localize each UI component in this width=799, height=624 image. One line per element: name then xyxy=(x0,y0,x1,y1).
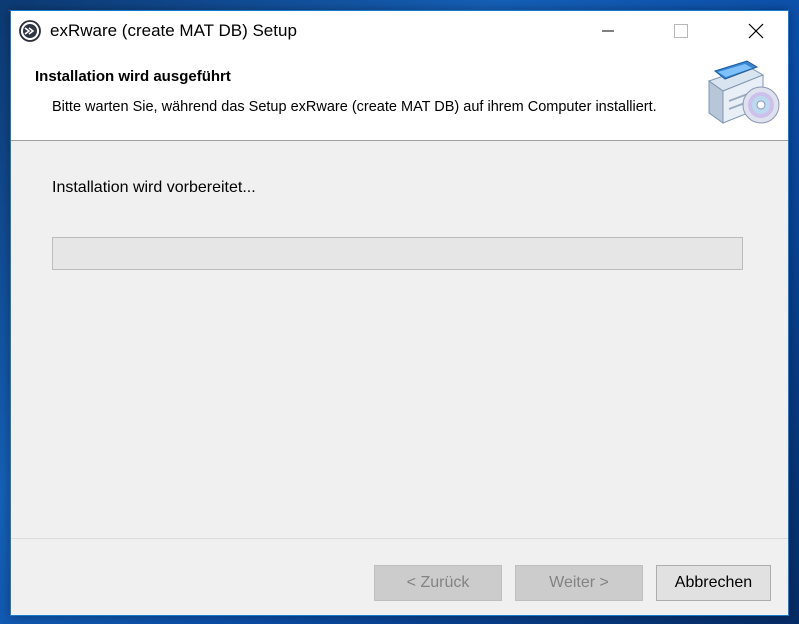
progress-bar xyxy=(52,237,743,270)
maximize-button[interactable] xyxy=(651,11,711,51)
next-button[interactable]: Weiter > xyxy=(515,565,643,601)
page-subtitle: Bitte warten Sie, während das Setup exRw… xyxy=(52,99,657,115)
close-icon xyxy=(748,23,764,39)
status-text: Installation wird vorbereitet... xyxy=(52,179,256,196)
computer-cd-install-icon xyxy=(707,60,780,124)
maximize-icon xyxy=(674,24,688,38)
window-title: exRware (create MAT DB) Setup xyxy=(50,21,297,40)
minimize-icon xyxy=(602,30,614,32)
footer-divider xyxy=(11,538,788,539)
wizard-header: Installation wird ausgeführt Bitte warte… xyxy=(11,51,788,141)
minimize-button[interactable] xyxy=(578,11,638,51)
setup-window: exRware (create MAT DB) Setup Installati… xyxy=(10,10,789,616)
cancel-button[interactable]: Abbrechen xyxy=(656,565,771,601)
back-button[interactable]: < Zurück xyxy=(374,565,502,601)
close-button[interactable] xyxy=(726,11,786,51)
title-bar[interactable]: exRware (create MAT DB) Setup xyxy=(11,11,788,51)
exrware-logo-icon xyxy=(19,20,41,42)
page-title: Installation wird ausgeführt xyxy=(35,68,231,85)
